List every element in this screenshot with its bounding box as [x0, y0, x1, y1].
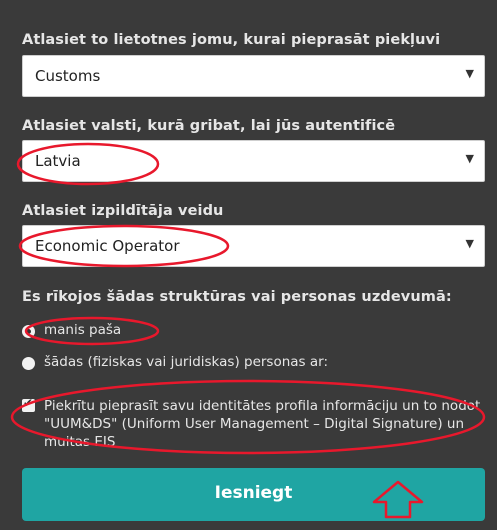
chevron-down-icon: ▼: [465, 152, 474, 165]
auth-form-panel: Atlasiet to lietotnes jomu, kurai piepra…: [0, 0, 497, 530]
app-domain-select[interactable]: Customs ▼: [22, 55, 485, 97]
actor-type-select[interactable]: Economic Operator ▼: [22, 225, 485, 267]
chevron-down-icon: ▼: [465, 237, 474, 250]
radio-other-label: šādas (fiziskas vai juridiskas) personas…: [44, 354, 329, 370]
checkmark-icon: ✔: [23, 396, 34, 410]
submit-button-label: Iesniegt: [214, 483, 293, 503]
radio-button[interactable]: [22, 357, 35, 370]
chevron-down-icon: ▼: [465, 67, 474, 80]
country-label: Atlasiet valsti, kurā gribat, lai jūs au…: [22, 118, 396, 134]
acting-on-behalf-label: Es rīkojos šādas struktūras vai personas…: [22, 289, 452, 305]
actor-type-label: Atlasiet izpildītāja veidu: [22, 203, 224, 219]
actor-type-value: Economic Operator: [35, 237, 180, 255]
country-select[interactable]: Latvia ▼: [22, 140, 485, 182]
radio-self-label: manis paša: [44, 322, 122, 338]
app-domain-label: Atlasiet to lietotnes jomu, kurai piepra…: [22, 32, 441, 48]
consent-text: Piekrītu pieprasīt savu identitātes prof…: [44, 398, 481, 450]
submit-button[interactable]: Iesniegt: [22, 468, 485, 521]
consent-checkbox[interactable]: ✔: [22, 396, 35, 412]
app-domain-value: Customs: [35, 67, 101, 85]
radio-button-selected[interactable]: [22, 325, 35, 338]
country-value: Latvia: [35, 152, 81, 170]
